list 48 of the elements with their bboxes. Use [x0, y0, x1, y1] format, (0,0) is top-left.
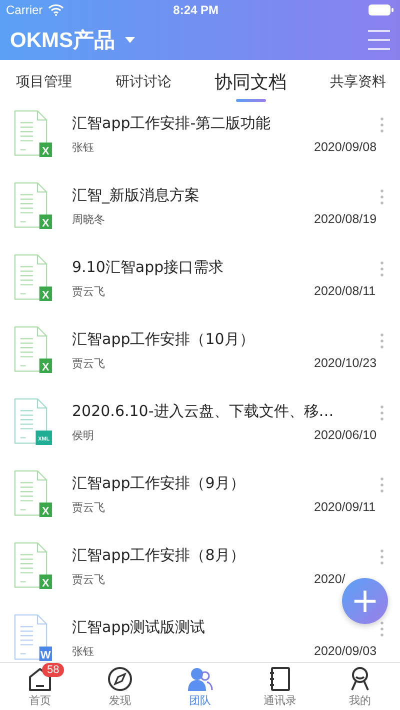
file-date: 2020/06/10 [314, 428, 378, 443]
more-icon[interactable] [380, 333, 384, 349]
file-title[interactable]: 汇智app工作安排（8月） [72, 546, 386, 564]
section-tab[interactable]: 项目管理 [12, 64, 76, 98]
compass-icon [106, 665, 134, 693]
people-icon [186, 665, 214, 693]
bottom-tab[interactable]: 58 首页 [0, 663, 80, 710]
file-date: 2020/10/23 [314, 356, 378, 371]
file-date: 2020/09/11 [314, 500, 377, 515]
bottom-tab[interactable]: 我的 [320, 663, 400, 710]
wifi-icon [48, 4, 64, 16]
bottom-tab[interactable]: 通讯录 [240, 663, 320, 710]
more-icon[interactable] [380, 621, 384, 637]
count-badge: 58 [42, 663, 64, 677]
more-icon[interactable] [380, 189, 384, 205]
bottom-tab[interactable]: 发现 [80, 663, 160, 710]
file-date: 2020/08/19 [314, 212, 378, 227]
more-icon[interactable] [380, 261, 384, 277]
author-name: 贾云飞 [72, 356, 105, 371]
file-title[interactable]: 汇智app工作安排-第二版功能 [72, 114, 386, 132]
author-name: 侯明 [72, 428, 94, 443]
file-date: 2020/09/03 [314, 644, 378, 659]
section-tab[interactable]: 研讨讨论 [111, 64, 176, 98]
caret-icon[interactable] [125, 37, 135, 43]
author-name: 贾云飞 [72, 500, 105, 515]
author-name: 贾云飞 [72, 284, 105, 299]
more-icon[interactable] [380, 477, 384, 493]
author-name: 张钰 [72, 140, 94, 155]
more-icon[interactable] [380, 117, 384, 133]
battery-icon [368, 4, 394, 16]
file-title[interactable]: 汇智_新版消息方案 [72, 186, 386, 204]
clock-time: 8:24 PM [172, 3, 220, 17]
file-title[interactable]: 汇智app工作安排（10月） [72, 330, 386, 348]
more-icon[interactable] [380, 405, 384, 421]
file-title[interactable]: 2020.6.10-进入云盘、下载文件、移… [72, 402, 386, 420]
bottom-tab[interactable]: 团队 [160, 663, 240, 710]
file-title[interactable]: 9.10汇智app接口需求 [72, 258, 386, 276]
file-title[interactable]: 汇智app工作安排（9月） [72, 474, 386, 492]
carrier-label: Carrier [6, 3, 43, 17]
section-tab[interactable]: 协同文档 [210, 62, 291, 102]
menu-icon[interactable] [368, 30, 390, 50]
author-name: 张钰 [72, 644, 94, 659]
author-name: 周晓冬 [72, 212, 105, 227]
file-date: 2020/09/08 [314, 140, 378, 155]
author-name: 贾云飞 [72, 572, 105, 587]
section-tab[interactable]: 共享资料 [326, 64, 390, 98]
file-date: 2020/08/11 [314, 284, 377, 299]
more-icon[interactable] [380, 549, 384, 565]
